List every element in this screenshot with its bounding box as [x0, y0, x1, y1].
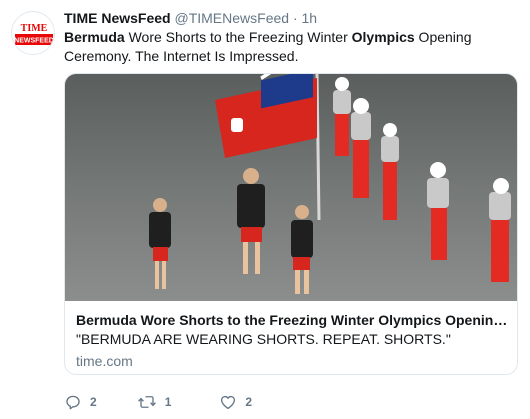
reply-button[interactable]: 2	[64, 393, 97, 411]
user-handle[interactable]: @TIMENewsFeed	[174, 10, 289, 26]
tweet-text-bold-2: Olympics	[351, 29, 415, 45]
tweet-timestamp[interactable]: 1h	[302, 10, 318, 26]
retweet-button[interactable]: 1	[137, 393, 172, 411]
retweet-icon	[137, 393, 157, 411]
avatar-line2: NEWSFEED	[14, 38, 54, 45]
card-description: "BERMUDA ARE WEARING SHORTS. REPEAT. SHO…	[76, 331, 451, 347]
tweet-actions: 2 1 2	[64, 392, 292, 412]
card-image[interactable]	[65, 74, 517, 301]
tweet-header: TIME NewsFeed @TIMENewsFeed · 1h	[64, 9, 317, 27]
avatar[interactable]: TIME NEWSFEED	[11, 11, 55, 55]
retweet-count: 1	[164, 395, 172, 409]
heart-icon	[219, 393, 237, 411]
like-count: 2	[245, 395, 253, 409]
tweet-text-bold-1: Bermuda	[64, 29, 125, 45]
link-card[interactable]: Bermuda Wore Shorts to the Freezing Wint…	[64, 73, 518, 375]
display-name[interactable]: TIME NewsFeed	[64, 10, 171, 26]
card-domain: time.com	[76, 353, 133, 369]
reply-count: 2	[90, 395, 97, 409]
tweet-text: Bermuda Wore Shorts to the Freezing Wint…	[64, 28, 520, 66]
tweet-text-part-2: Wore Shorts to the Freezing Winter	[124, 29, 352, 45]
card-title[interactable]: Bermuda Wore Shorts to the Freezing Wint…	[76, 311, 508, 329]
reply-icon	[64, 393, 82, 411]
separator-dot: ·	[292, 10, 298, 26]
avatar-line1: TIME	[21, 23, 48, 34]
like-button[interactable]: 2	[219, 393, 252, 411]
